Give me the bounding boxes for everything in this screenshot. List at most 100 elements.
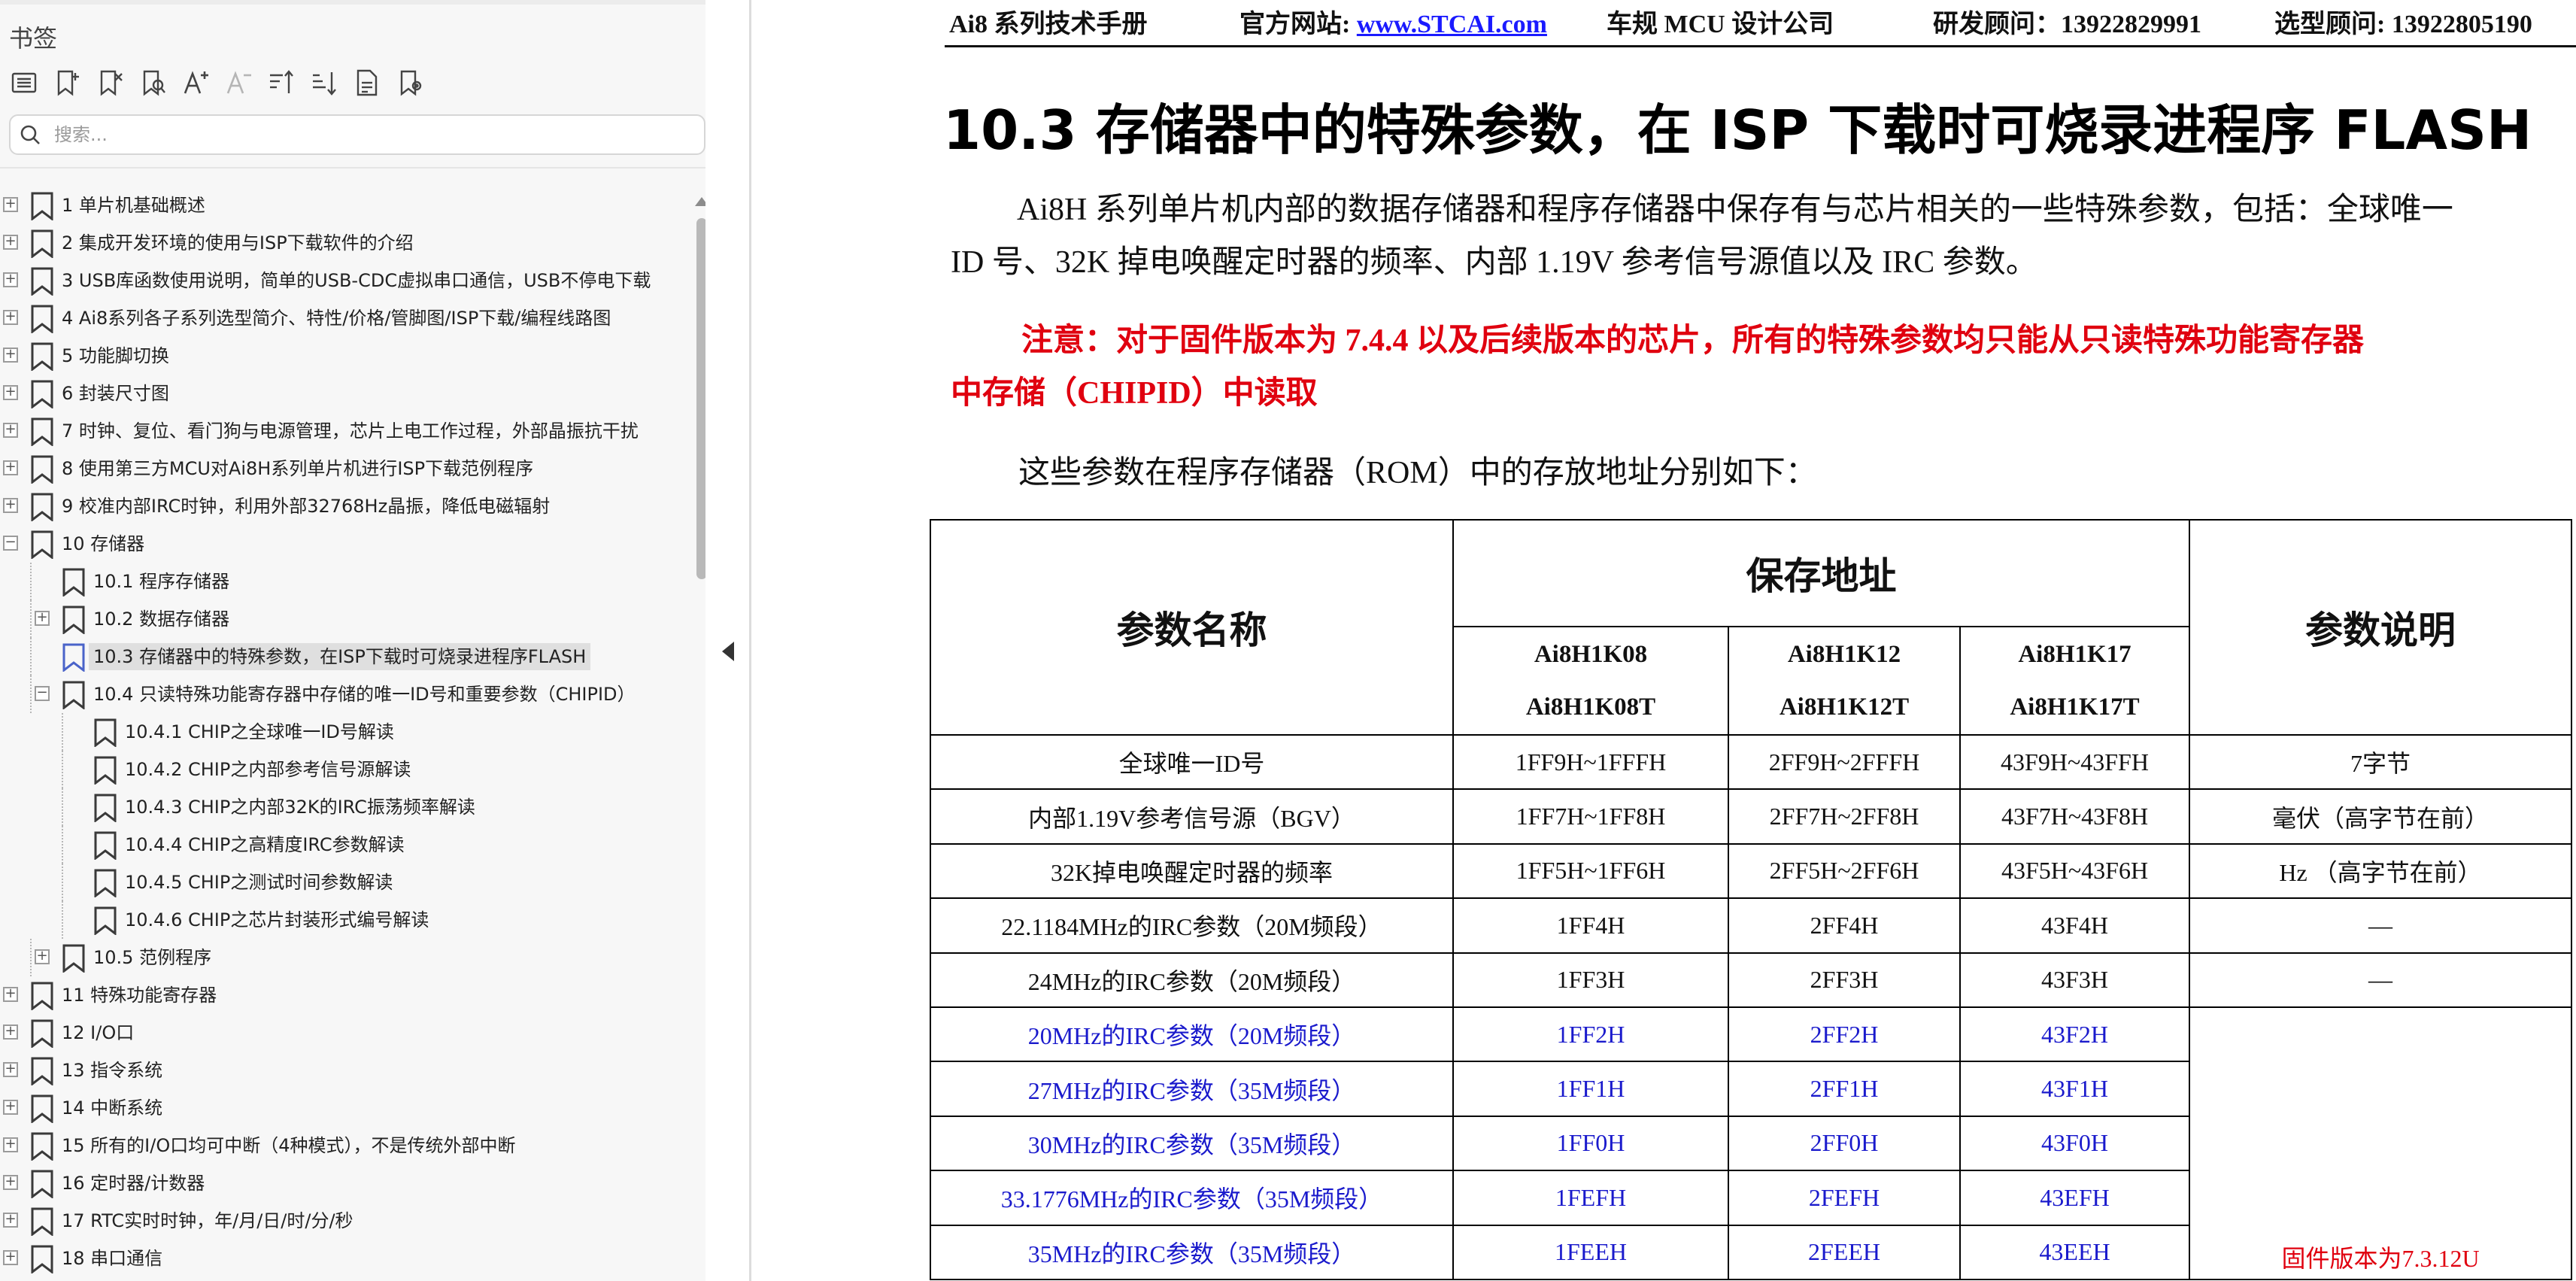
bookmark-item[interactable]: 10.4.3 CHIP之内部32K的IRC振荡频率解读: [0, 788, 684, 826]
bookmark-item[interactable]: − 10 存储器: [0, 525, 684, 563]
bookmark-item[interactable]: 10.1 程序存储器: [0, 563, 684, 600]
bookmark-icon: [62, 643, 86, 673]
search-input[interactable]: [54, 124, 686, 145]
bookmark-item[interactable]: +5 功能脚切换: [0, 337, 684, 375]
address-cell: 1FEEH: [1452, 1224, 1729, 1280]
tree-guide-line: [30, 939, 32, 976]
find-bookmark-icon[interactable]: [136, 66, 169, 99]
bookmark-label: 12 I/O口: [62, 1022, 135, 1043]
bookmark-item[interactable]: +12 I/O口: [0, 1014, 684, 1052]
bookmark-item[interactable]: +13 指令系统: [0, 1052, 684, 1089]
bookmark-item[interactable]: +11 特殊功能寄存器: [0, 976, 684, 1014]
bookmarks-panel: 书签 搜索... + 1 单片机基础概述 + 2 集成开发环境的使用与ISP下载…: [0, 0, 708, 1281]
expand-plus-icon[interactable]: +: [3, 235, 18, 250]
tree-guide-line: [62, 901, 63, 939]
expand-plus-icon[interactable]: +: [3, 272, 18, 287]
bookmark-item[interactable]: 10.4.5 CHIP之测试时间参数解读: [0, 864, 684, 901]
collapse-panel-arrow-icon[interactable]: [722, 642, 734, 661]
header-site: 官方网站: www.STCAI.com: [1239, 3, 1547, 40]
bookmark-item[interactable]: +3 USB库函数使用说明，简单的USB-CDC虚拟串口通信，USB不停电下载: [0, 262, 684, 299]
expand-plus-icon[interactable]: +: [3, 1137, 18, 1152]
expand-plus-icon[interactable]: +: [3, 1213, 18, 1228]
expand-plus-icon[interactable]: +: [3, 460, 18, 475]
sort-descending-icon[interactable]: [308, 66, 341, 99]
bookmark-item[interactable]: 10.4.6 CHIP之芯片封装形式编号解读: [0, 901, 684, 939]
bookmark-settings-icon[interactable]: [393, 66, 426, 99]
expand-plus-icon[interactable]: +: [3, 1100, 18, 1115]
address-cell: 43F9H~43FFH: [1959, 733, 2190, 791]
bookmark-item[interactable]: 10.4.1 CHIP之全球唯一ID号解读: [0, 713, 684, 751]
bookmark-item[interactable]: − 10.4 只读特殊功能寄存器中存储的唯一ID号和重要参数（CHIPID）: [0, 675, 684, 713]
bookmark-item[interactable]: +2 集成开发环境的使用与ISP下载软件的介绍: [0, 224, 684, 262]
bookmark-item[interactable]: +16 定时器/计数器: [0, 1164, 684, 1202]
sort-ascending-icon[interactable]: [265, 66, 298, 99]
bookmark-label: 10.4.2 CHIP之内部参考信号源解读: [125, 759, 411, 780]
tree-guide-line: [30, 675, 32, 713]
bookmark-icon: [93, 718, 117, 748]
expand-plus-icon[interactable]: +: [3, 197, 18, 212]
bookmark-item[interactable]: +6 封装尺寸图: [0, 375, 684, 412]
param-name-cell: 30MHz的IRC参数（35M频段）: [930, 1115, 1454, 1172]
bookmark-item[interactable]: 10.3 存储器中的特殊参数，在ISP下载时可烧录进程序FLASH: [0, 638, 684, 675]
add-bookmark-icon[interactable]: [50, 66, 83, 99]
header-selection-consultant: 选型顾问: 13922805190: [2274, 11, 2532, 38]
bookmark-item[interactable]: +14 中断系统: [0, 1089, 684, 1127]
bookmark-icon: [93, 756, 117, 786]
tree-guide-line: [30, 600, 32, 638]
bookmark-item[interactable]: +18 串口通信: [0, 1240, 684, 1277]
text-larger-icon[interactable]: [179, 66, 212, 99]
address-cell: 1FF3H: [1452, 952, 1729, 1008]
expand-plus-icon[interactable]: +: [3, 310, 18, 325]
collapse-minus-icon[interactable]: −: [35, 686, 50, 701]
expand-plus-icon[interactable]: +: [3, 1250, 18, 1265]
text-smaller-icon[interactable]: [222, 66, 255, 99]
bookmark-icon: [93, 794, 117, 824]
bookmark-label: 16 定时器/计数器: [62, 1173, 205, 1194]
expand-plus-icon[interactable]: +: [3, 423, 18, 438]
expand-plus-icon[interactable]: +: [3, 385, 18, 400]
header-company: 车规 MCU 设计公司: [1607, 11, 1834, 38]
expand-plus-icon[interactable]: +: [3, 987, 18, 1002]
expand-plus-icon[interactable]: +: [3, 1062, 18, 1077]
bookmark-icon: [30, 1170, 54, 1200]
expand-plus-icon[interactable]: +: [35, 611, 50, 626]
expand-plus-icon[interactable]: +: [3, 348, 18, 363]
model-name: Ai8H1K12: [1787, 641, 1901, 668]
header-site-link[interactable]: www.STCAI.com: [1357, 11, 1547, 38]
bookmark-toolbar: [8, 66, 426, 105]
bookmark-item[interactable]: +8 使用第三方MCU对Ai8H系列单片机进行ISP下载范例程序: [0, 450, 684, 487]
bookmark-item[interactable]: 10.4.4 CHIP之高精度IRC参数解读: [0, 826, 684, 864]
intro-line-1: Ai8H 系列单片机内部的数据存储器和程序存储器中保存有与芯片相关的一些特殊参数…: [1017, 193, 2453, 227]
bookmark-item[interactable]: +9 校准内部IRC时钟，利用外部32768Hz晶振，降低电磁辐射: [0, 487, 684, 525]
expand-all-icon[interactable]: [8, 66, 41, 99]
model-header-2: Ai8H1K12 Ai8H1K12T: [1728, 626, 1961, 736]
bookmark-item[interactable]: +10.5 范例程序: [0, 939, 684, 976]
delete-bookmark-icon[interactable]: [93, 66, 126, 99]
notice-line-1: 注意：对于固件版本为 7.4.4 以及后续版本的芯片，所有的特殊参数均只能从只读…: [1021, 323, 2365, 358]
address-cell: 43EFH: [1959, 1170, 2190, 1226]
param-name-cell: 27MHz的IRC参数（35M频段）: [930, 1061, 1454, 1117]
bookmark-item[interactable]: +15 所有的I/O口均可中断（4种模式），不是传统外部中断: [0, 1127, 684, 1164]
panel-splitter[interactable]: [705, 0, 751, 1281]
bookmark-item[interactable]: +1 单片机基础概述: [0, 187, 684, 224]
bookmark-label: 10.4.6 CHIP之芯片封装形式编号解读: [125, 909, 429, 930]
bookmark-item[interactable]: 10.4.2 CHIP之内部参考信号源解读: [0, 751, 684, 788]
expand-plus-icon[interactable]: +: [3, 1175, 18, 1190]
param-name-cell: 内部1.19V参考信号源（BGV）: [930, 788, 1454, 845]
address-cell: 43F5H~43F6H: [1959, 842, 2190, 900]
document-page: Ai8 系列技术手册 官方网站: www.STCAI.com 车规 MCU 设计…: [752, 0, 2576, 1281]
bookmark-label: 8 使用第三方MCU对Ai8H系列单片机进行ISP下载范例程序: [62, 458, 534, 479]
header-description: 参数说明: [2189, 519, 2572, 736]
collapse-minus-icon[interactable]: −: [3, 536, 18, 551]
bookmark-item[interactable]: +17 RTC实时时钟，年/月/日/时/分/秒: [0, 1202, 684, 1240]
bookmark-label: 10.1 程序存储器: [93, 571, 230, 592]
expand-plus-icon[interactable]: +: [3, 498, 18, 513]
bookmark-item[interactable]: +10.2 数据存储器: [0, 600, 684, 638]
bookmark-label: 5 功能脚切换: [62, 345, 169, 366]
table-row: 内部1.19V参考信号源（BGV） 1FF7H~1FF8H 2FF7H~2FF8H 4…: [930, 788, 2572, 845]
bookmark-item[interactable]: +4 Ai8系列各子系列选型简介、特性/价格/管脚图/ISP下载/编程线路图: [0, 299, 684, 337]
expand-plus-icon[interactable]: +: [35, 949, 50, 964]
expand-plus-icon[interactable]: +: [3, 1024, 18, 1040]
properties-icon[interactable]: [350, 66, 384, 99]
bookmark-item[interactable]: +7 时钟、复位、看门狗与电源管理，芯片上电工作过程，外部晶振抗干扰: [0, 412, 684, 450]
